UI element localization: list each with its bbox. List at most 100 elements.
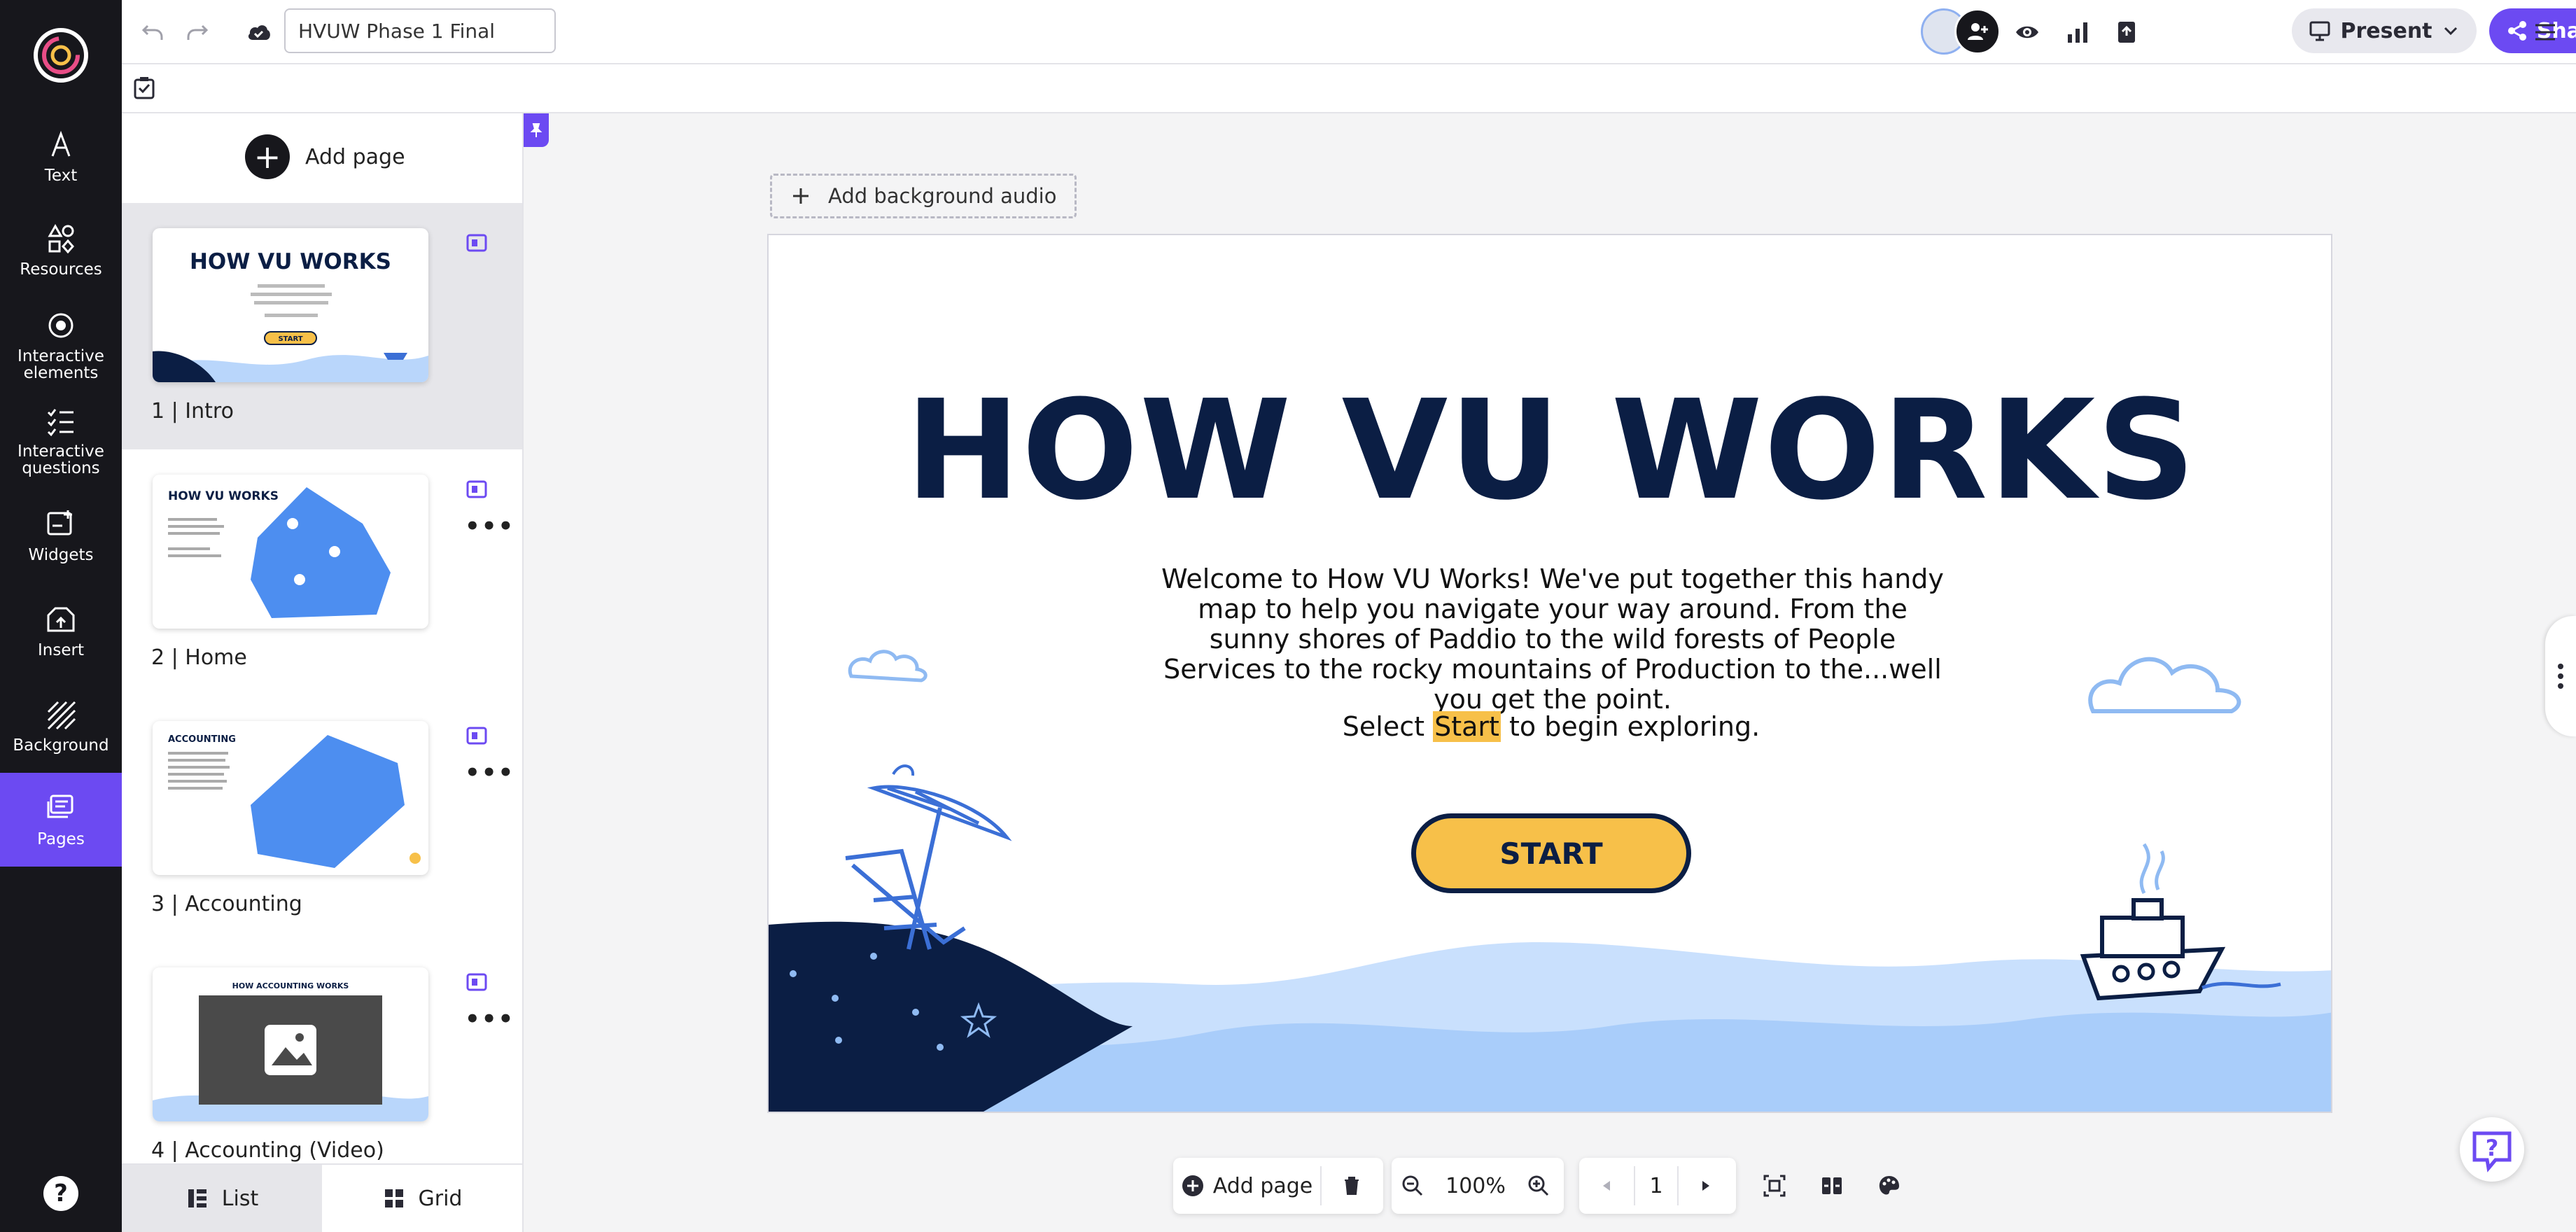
undo-button[interactable] <box>136 15 169 49</box>
page-thumbnail[interactable]: HOW VU WORKS START <box>153 228 428 382</box>
cloud-right-icon <box>2088 657 2241 713</box>
rail-background[interactable]: Background <box>0 679 122 773</box>
pin-panel-button[interactable] <box>524 113 549 147</box>
zoom-out-icon <box>1402 1175 1423 1196</box>
page-item-intro[interactable]: HOW VU WORKS START 1 | Intro <box>122 203 522 449</box>
thumb-title: ACCOUNTING <box>168 734 236 745</box>
delete-page-button[interactable] <box>1322 1158 1382 1214</box>
main-menu-button[interactable] <box>2528 15 2562 49</box>
cta-before: Select <box>1342 711 1434 742</box>
page-number[interactable]: 1 <box>1635 1158 1677 1214</box>
insert-icon <box>47 607 75 632</box>
rail-interactive-elements[interactable]: Interactive elements <box>0 298 122 392</box>
secondary-toolbar <box>122 64 2576 113</box>
thumb-title: HOW ACCOUNTING WORKS <box>232 981 349 990</box>
bottom-add-page-button[interactable]: Add page <box>1173 1158 1320 1214</box>
page-item-accounting-video[interactable]: HOW ACCOUNTING WORKS ••• 4 | Accounting … <box>122 942 522 1162</box>
redo-icon <box>187 24 209 40</box>
help-chat-button[interactable]: ? <box>2460 1117 2524 1182</box>
invite-collaborator-button[interactable] <box>1954 8 2001 55</box>
page-settings-icon[interactable] <box>465 477 489 501</box>
rail-insert[interactable]: Insert <box>0 584 122 678</box>
palette-icon <box>1879 1176 1899 1195</box>
svg-text:?: ? <box>2486 1135 2499 1161</box>
project-title-input[interactable]: HVUW Phase 1 Final <box>284 8 556 53</box>
split-view-button[interactable] <box>1813 1158 1851 1214</box>
panel-add-page-label: Add page <box>305 144 405 169</box>
rail-resources[interactable]: Resources <box>0 203 122 297</box>
add-background-audio-button[interactable]: Add background audio <box>770 174 1077 218</box>
page-label: 2 | Home <box>151 645 247 670</box>
rail-pages-label: Pages <box>37 830 85 848</box>
bottom-page-actions: Add page <box>1173 1158 1383 1214</box>
slide-intro-text[interactable]: Welcome to How VU Works! We've put toget… <box>1161 564 1945 715</box>
start-button[interactable]: START <box>1411 813 1691 893</box>
analytics-button[interactable] <box>2061 15 2094 49</box>
document-upload-icon <box>2118 22 2135 43</box>
slide-title[interactable]: HOW VU WORKS <box>769 371 2331 531</box>
help-button[interactable]: ? <box>43 1176 78 1211</box>
left-rail: Text Resources Interactive elements Inte… <box>0 0 122 1232</box>
plus-icon: + <box>245 134 290 179</box>
page-thumbnail[interactable]: HOW VU WORKS <box>153 475 428 629</box>
list-icon <box>188 1189 206 1208</box>
page-thumbnail[interactable]: HOW ACCOUNTING WORKS <box>153 967 428 1121</box>
grid-icon <box>384 1189 403 1208</box>
fit-to-screen-button[interactable] <box>1756 1158 1793 1214</box>
app-logo-icon[interactable] <box>31 25 91 85</box>
grid-view-button[interactable]: Grid <box>322 1165 522 1232</box>
page-settings-icon[interactable] <box>465 724 489 748</box>
previous-page-button[interactable] <box>1579 1158 1634 1214</box>
rail-interactive-elements-label: Interactive elements <box>18 347 104 382</box>
slide-canvas[interactable]: HOW VU WORKS Welcome to How VU Works! We… <box>767 234 2332 1113</box>
widgets-icon <box>47 510 72 536</box>
cta-after: to begin exploring. <box>1500 711 1760 742</box>
rail-pages[interactable]: Pages <box>0 773 122 867</box>
split-view-icon <box>1822 1177 1842 1194</box>
right-panel-handle[interactable] <box>2545 616 2576 736</box>
zoom-out-button[interactable] <box>1392 1158 1434 1214</box>
list-view-button[interactable]: List <box>122 1165 322 1232</box>
plus-circle-icon <box>1182 1175 1203 1196</box>
slide-cta-text[interactable]: Select Start to begin exploring. <box>769 711 2331 742</box>
clipboard-check-icon[interactable] <box>132 76 157 101</box>
page-navigation: 1 <box>1579 1158 1736 1214</box>
view-toggle: List Grid <box>122 1163 522 1232</box>
redo-button[interactable] <box>181 15 214 49</box>
page-more-options[interactable]: ••• <box>465 759 514 787</box>
next-page-button[interactable] <box>1679 1158 1733 1214</box>
help-bubble-icon: ? <box>2472 1131 2512 1172</box>
page-more-options[interactable]: ••• <box>465 512 514 540</box>
add-user-icon <box>1968 23 1988 40</box>
interactive-elements-icon <box>48 313 74 338</box>
rail-resources-label: Resources <box>20 260 102 279</box>
hamburger-menu-icon <box>2535 24 2555 41</box>
trash-icon <box>1345 1177 1359 1195</box>
theme-palette-button[interactable] <box>1870 1158 1908 1214</box>
plus-icon <box>793 188 808 204</box>
presentation-icon <box>2309 21 2330 41</box>
zoom-level[interactable]: 100% <box>1434 1158 1518 1214</box>
zoom-in-button[interactable] <box>1518 1158 1560 1214</box>
rail-background-label: Background <box>13 736 109 755</box>
project-title: HVUW Phase 1 Final <box>298 19 496 43</box>
start-label: START <box>1499 836 1603 871</box>
publish-button[interactable] <box>2110 15 2143 49</box>
help-glyph: ? <box>54 1180 68 1208</box>
cloud-save-status[interactable] <box>242 15 276 49</box>
rail-text[interactable]: Text <box>0 109 122 203</box>
page-more-options[interactable]: ••• <box>465 1005 514 1033</box>
page-settings-icon[interactable] <box>465 231 489 255</box>
rail-insert-label: Insert <box>38 641 84 659</box>
panel-add-page-button[interactable]: + Add page <box>245 134 405 179</box>
rail-interactive-questions[interactable]: Interactive questions <box>0 393 122 487</box>
preview-button[interactable] <box>2010 15 2044 49</box>
zoom-controls: 100% <box>1392 1158 1564 1214</box>
thumb-title: HOW VU WORKS <box>168 489 279 503</box>
present-button[interactable]: Present <box>2292 8 2477 53</box>
rail-widgets[interactable]: Widgets <box>0 489 122 582</box>
page-item-accounting[interactable]: ACCOUNTING ••• 3 | Accounting <box>122 696 522 942</box>
page-thumbnail[interactable]: ACCOUNTING <box>153 721 428 875</box>
page-item-home[interactable]: HOW VU WORKS ••• 2 | Home <box>122 449 522 696</box>
page-settings-icon[interactable] <box>465 970 489 994</box>
